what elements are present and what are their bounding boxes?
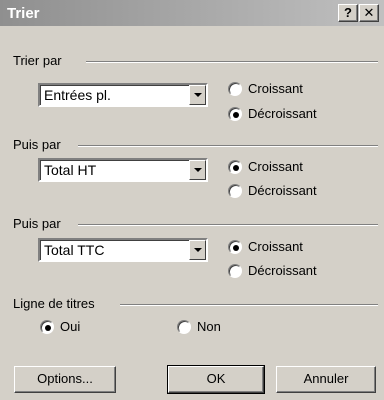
radio-circle (228, 82, 242, 96)
radio-label: Non (197, 319, 221, 334)
help-icon: ? (344, 5, 352, 20)
radio-label: Croissant (248, 239, 303, 254)
close-icon: ✕ (363, 5, 375, 20)
radio-dot (233, 245, 239, 251)
chevron-down-icon (194, 93, 202, 97)
radio-label: Décroissant (248, 106, 317, 121)
help-button[interactable]: ? (338, 4, 358, 22)
radio-label: Croissant (248, 81, 303, 96)
then-by-label-2: Puis par (13, 216, 61, 231)
sort-by-select[interactable]: Entrées pl. (38, 83, 208, 107)
radio-dot (233, 112, 239, 118)
radio-circle (228, 184, 242, 198)
radio-label: Décroissant (248, 183, 317, 198)
radio-dot (45, 325, 51, 331)
title-bar: Trier ? ✕ (0, 0, 384, 26)
options-button[interactable]: Options... (14, 366, 116, 393)
group-divider (78, 145, 378, 147)
dropdown-button[interactable] (189, 160, 206, 180)
ok-button[interactable]: OK (167, 365, 265, 394)
radio-circle (228, 240, 242, 254)
radio-dot (233, 165, 239, 171)
then-by-selected-2: Total TTC (44, 242, 105, 258)
then-by-select-2[interactable]: Total TTC (38, 238, 208, 262)
sort-by-label: Trier par (13, 53, 62, 68)
group-divider (78, 224, 378, 226)
close-button[interactable]: ✕ (359, 4, 379, 22)
dropdown-button[interactable] (189, 240, 206, 260)
cancel-button[interactable]: Annuler (276, 366, 376, 393)
chevron-down-icon (194, 248, 202, 252)
radio-label: Décroissant (248, 263, 317, 278)
chevron-down-icon (194, 168, 202, 172)
radio-circle (228, 264, 242, 278)
then-by-label: Puis par (13, 137, 61, 152)
then-by-select[interactable]: Total HT (38, 158, 208, 182)
window-title: Trier (7, 5, 40, 22)
then-by-selected: Total HT (44, 162, 97, 178)
radio-label: Croissant (248, 159, 303, 174)
header-row-label: Ligne de titres (13, 296, 95, 311)
radio-circle (40, 320, 54, 334)
radio-circle (228, 160, 242, 174)
group-divider (86, 61, 378, 63)
sort-by-selected: Entrées pl. (44, 87, 111, 103)
radio-circle (177, 320, 191, 334)
dropdown-button[interactable] (189, 85, 206, 105)
radio-label: Oui (60, 319, 81, 334)
radio-circle (228, 107, 242, 121)
group-divider (120, 304, 378, 306)
